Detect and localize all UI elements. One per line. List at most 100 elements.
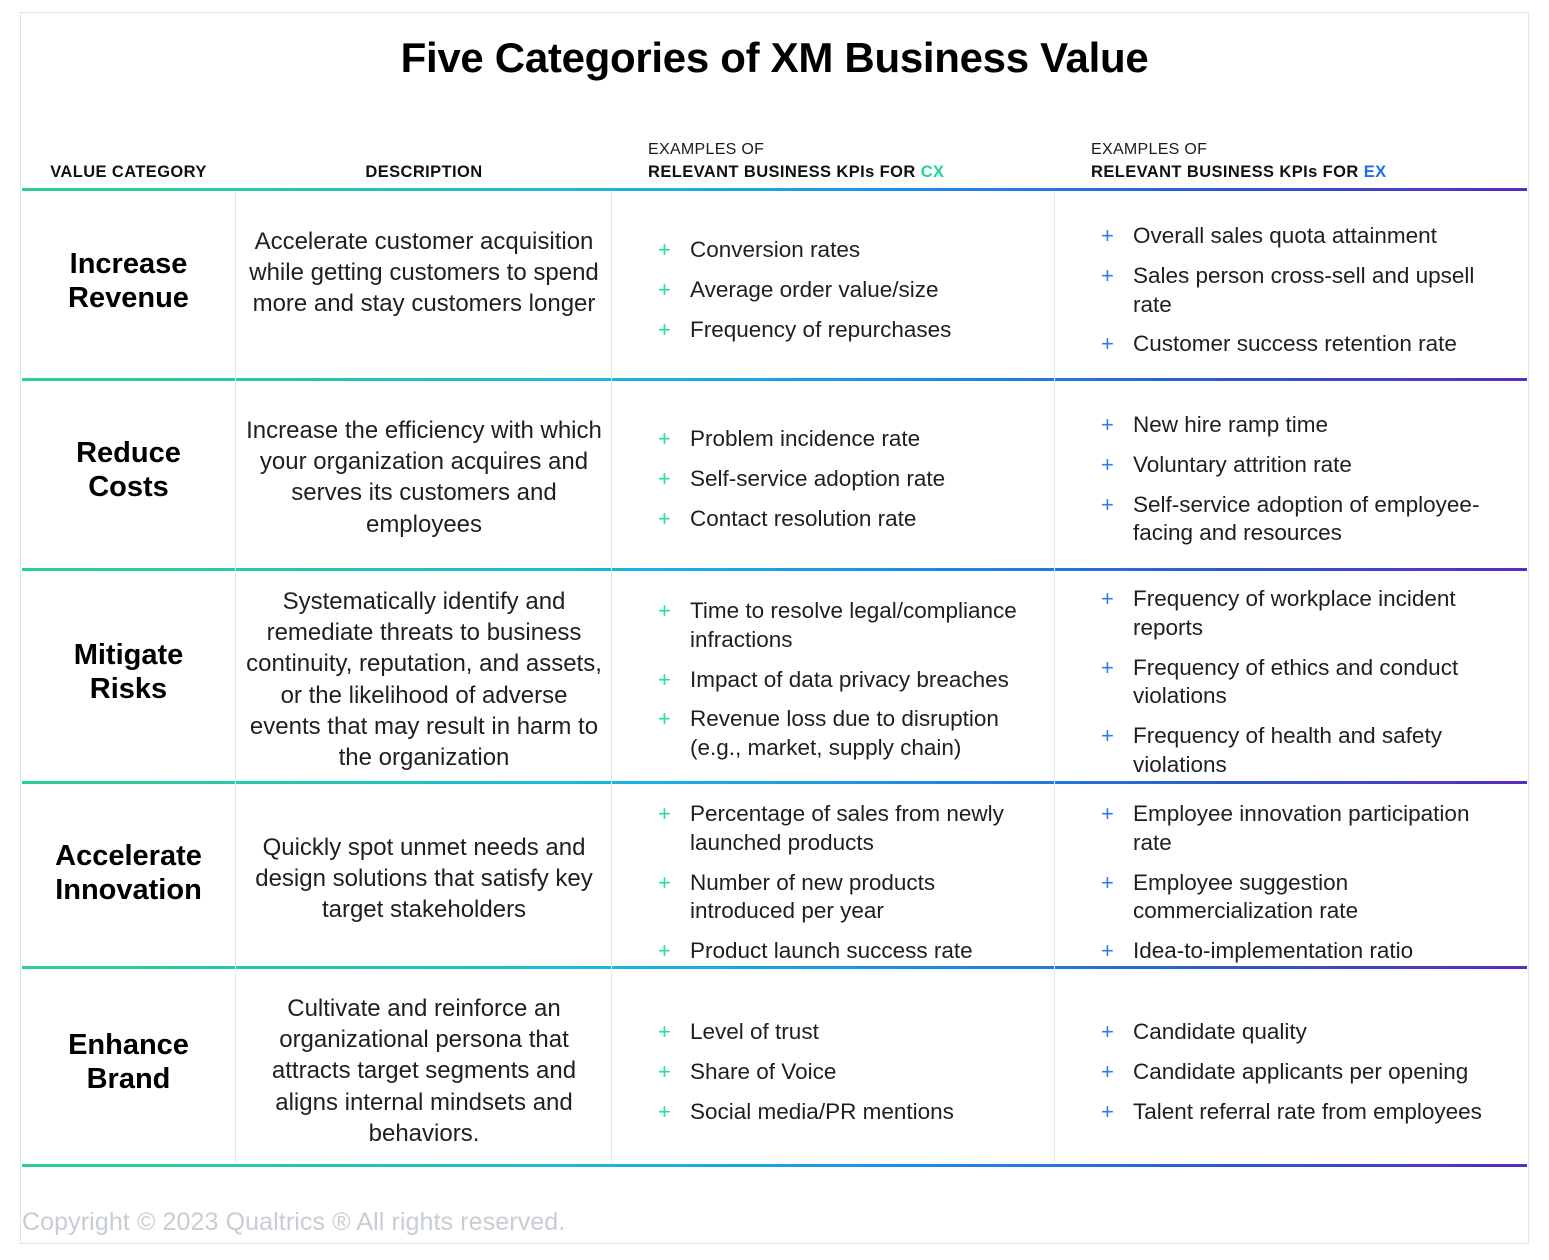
plus-icon: + <box>1101 1098 1114 1124</box>
list-item: + New hire ramp time <box>1095 411 1497 440</box>
kpi-text: New hire ramp time <box>1133 412 1329 437</box>
plus-icon: + <box>1101 869 1114 895</box>
vertical-divider-1 <box>235 191 236 1164</box>
kpi-text: Frequency of repurchases <box>690 316 952 342</box>
plus-icon: + <box>658 426 671 451</box>
plus-icon: + <box>658 316 671 342</box>
plus-icon: + <box>658 505 671 531</box>
row-cx-list-0: + Conversion rates + Average order value/s… <box>613 236 1054 344</box>
plus-icon: + <box>1101 1019 1114 1044</box>
column-header-ex-eyebrow: EXAMPLES OF <box>1091 141 1208 158</box>
kpi-text: Customer success retention rate <box>1133 331 1457 357</box>
list-item: + Candidate quality <box>1095 1018 1505 1047</box>
kpi-text: Voluntary attrition rate <box>1133 451 1352 477</box>
list-item: + Frequency of health and safety violatio… <box>1095 722 1497 780</box>
plus-icon: + <box>658 706 671 732</box>
list-item: + Contact resolution rate <box>652 505 1054 534</box>
divider-row-1 <box>22 378 1527 381</box>
kpi-text: Overall sales quota attainment <box>1133 223 1437 248</box>
column-header-cx-label: RELEVANT BUSINESS KPIs FOR <box>648 163 921 181</box>
plus-icon: + <box>658 1098 671 1124</box>
list-item: + Self-service adoption of employee-facin… <box>1095 491 1497 549</box>
plus-icon: + <box>1101 451 1114 477</box>
plus-icon: + <box>1101 654 1114 680</box>
plus-icon: + <box>1101 586 1114 611</box>
kpi-text: Employee suggestion commercialization ra… <box>1133 869 1359 924</box>
kpi-text: Sales person cross-sell and upsell rate <box>1133 262 1475 317</box>
kpi-text: Revenue loss due to disruption (e.g., ma… <box>690 706 999 761</box>
plus-icon: + <box>1101 801 1114 826</box>
plus-icon: + <box>658 801 671 826</box>
row-category-4: Enhance Brand <box>68 1029 189 1095</box>
row-cx-list-3: + Percentage of sales from newly launched… <box>613 800 1054 966</box>
kpi-text: Contact resolution rate <box>690 505 917 531</box>
list-item: + Self-service adoption rate <box>652 465 1054 494</box>
list-item: + Revenue loss due to disruption (e.g., m… <box>652 705 1044 763</box>
plus-icon: + <box>658 666 671 692</box>
kpi-text: Idea-to-implementation ratio <box>1133 938 1414 964</box>
list-item: + Problem incidence rate <box>652 425 1054 454</box>
kpi-text: Problem incidence rate <box>690 426 921 451</box>
row-description-0: Accelerate customer acquisition while ge… <box>249 228 599 318</box>
column-header-cx: EXAMPLES OF RELEVANT BUSINESS KPIs FOR C… <box>613 130 1054 186</box>
list-item: + Overall sales quota attainment <box>1095 222 1497 251</box>
list-item: + Frequency of repurchases <box>652 316 1054 345</box>
plus-icon: + <box>1101 1058 1114 1084</box>
row-cx-list-4: + Level of trust + Share of Voice + Social … <box>613 1018 1054 1126</box>
list-item: + Employee suggestion commercialization r… <box>1095 869 1505 927</box>
plus-icon: + <box>1101 491 1114 517</box>
row-ex-list-3: + Employee innovation participation rate … <box>1056 800 1527 966</box>
plus-icon: + <box>658 938 671 964</box>
list-item: + Employee innovation participation rate <box>1095 800 1505 858</box>
plus-icon: + <box>658 465 671 491</box>
row-category-2: Mitigate Risks <box>73 639 184 705</box>
row-ex-list-1: + New hire ramp time + Voluntary attrition… <box>1056 411 1527 548</box>
list-item: + Number of new products introduced per y… <box>652 869 1044 927</box>
kpi-text: Level of trust <box>690 1019 819 1044</box>
row-category-0: Increase Revenue <box>68 248 189 314</box>
kpi-text: Share of Voice <box>690 1058 837 1084</box>
plus-icon: + <box>658 276 671 302</box>
kpi-text: Frequency of health and safety violation… <box>1133 723 1442 777</box>
list-item: + Social media/PR mentions <box>652 1098 1054 1127</box>
column-header-ex-label: RELEVANT BUSINESS KPIs FOR <box>1091 163 1364 181</box>
list-item: + Share of Voice <box>652 1058 1054 1087</box>
kpi-text: Product launch success rate <box>690 938 973 964</box>
plus-icon: + <box>1101 223 1114 248</box>
row-ex-list-2: + Frequency of workplace incident reports… <box>1056 585 1527 780</box>
column-header-ex-accent: EX <box>1363 163 1387 181</box>
kpi-text: Number of new products introduced per ye… <box>690 869 936 924</box>
kpi-text: Self-service adoption rate <box>690 465 946 491</box>
column-header-value-category-label: VALUE CATEGORY <box>50 163 207 181</box>
row-cx-list-1: + Problem incidence rate + Self-service ad… <box>613 425 1054 533</box>
infographic-table-page: Five Categories of XM Business Value VAL… <box>0 0 1549 1260</box>
kpi-text: Impact of data privacy breaches <box>690 666 1009 692</box>
column-header-description: DESCRIPTION <box>237 130 611 186</box>
list-item: + Voluntary attrition rate <box>1095 451 1497 480</box>
row-cx-list-2: + Time to resolve legal/compliance infrac… <box>613 597 1054 763</box>
kpi-text: Self-service adoption of employee-facing… <box>1133 491 1480 546</box>
kpi-text: Employee innovation participation rate <box>1133 801 1470 855</box>
divider-header <box>22 188 1527 191</box>
list-item: + Time to resolve legal/compliance infrac… <box>652 597 1044 655</box>
row-category-1: Reduce Costs <box>76 437 181 503</box>
vertical-divider-2 <box>611 191 612 1164</box>
kpi-text: Time to resolve legal/compliance infract… <box>690 598 1017 652</box>
page-title: Five Categories of XM Business Value <box>400 34 1149 81</box>
kpi-text: Social media/PR mentions <box>690 1098 954 1124</box>
plus-icon: + <box>1101 331 1114 357</box>
divider-row-4 <box>22 966 1527 969</box>
kpi-text: Candidate quality <box>1133 1019 1307 1044</box>
plus-icon: + <box>1101 262 1114 288</box>
column-header-description-label: DESCRIPTION <box>365 163 483 181</box>
list-item: + Candidate applicants per opening <box>1095 1058 1505 1087</box>
list-item: + Customer success retention rate <box>1095 330 1497 359</box>
plus-icon: + <box>658 1019 671 1044</box>
kpi-text: Candidate applicants per opening <box>1133 1058 1469 1084</box>
list-item: + Idea-to-implementation ratio <box>1095 937 1505 966</box>
divider-row-2 <box>22 568 1527 571</box>
kpi-text: Conversion rates <box>690 237 861 262</box>
list-item: + Sales person cross-sell and upsell rate <box>1095 262 1497 320</box>
list-item: + Talent referral rate from employees <box>1095 1098 1505 1127</box>
kpi-text: Average order value/size <box>690 276 939 302</box>
